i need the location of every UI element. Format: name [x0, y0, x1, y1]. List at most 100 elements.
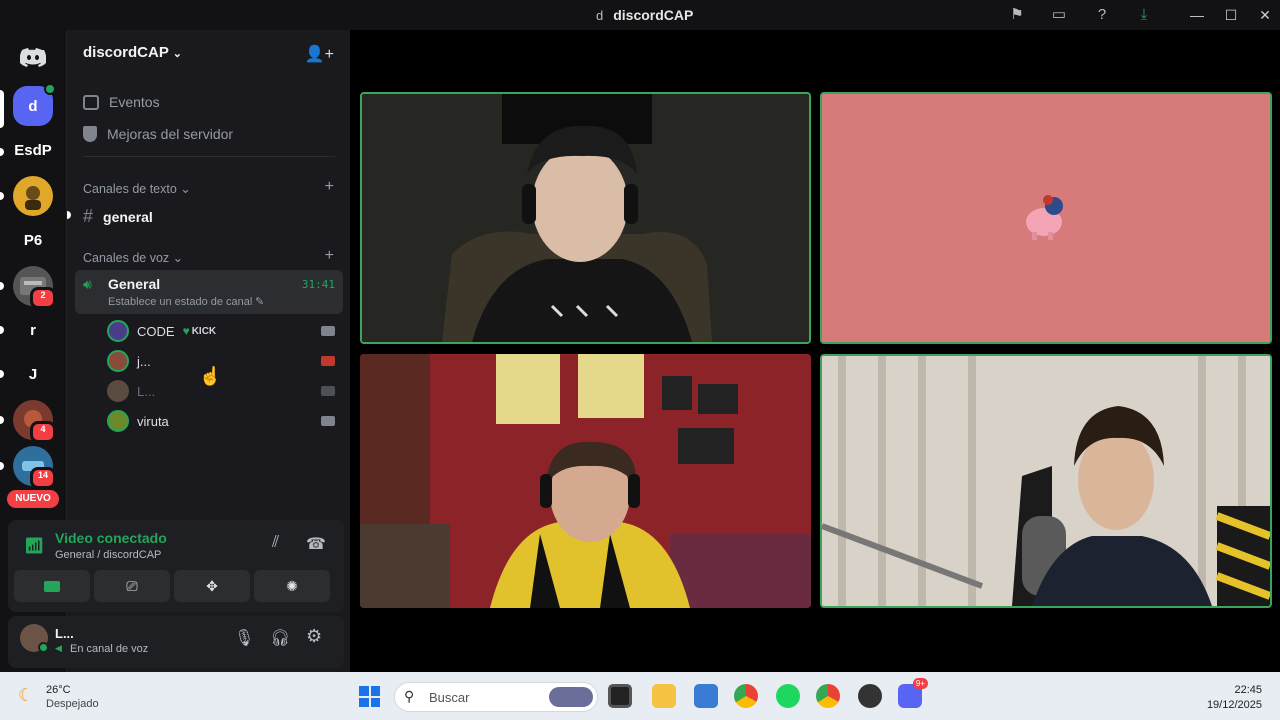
close-button[interactable]: ✕ [1255, 5, 1275, 25]
video-tile[interactable] [360, 92, 811, 344]
user-panel: L... ◀ En canal de voz 🎙︎ 🎧︎ ⚙ [8, 616, 344, 668]
server-badge: 14 [30, 467, 56, 489]
webcam-feed-image [822, 356, 1270, 606]
camera-icon [44, 580, 60, 592]
app-icon[interactable] [858, 684, 882, 708]
server-status-dot [44, 83, 56, 95]
chevron-down-icon: ⌄ [172, 48, 182, 60]
search-icon: ⚲ [404, 688, 415, 704]
avatar [107, 350, 129, 372]
voice-channel-general[interactable]: 🔊︎ General 31:41 Establece un estado de … [75, 270, 343, 314]
user-name[interactable]: L... [55, 626, 74, 641]
file-explorer-icon[interactable] [652, 684, 676, 708]
server-unread-pill [0, 192, 4, 200]
server-name-header[interactable]: discordCAP ⌄ [83, 44, 182, 61]
chrome-icon[interactable] [734, 684, 758, 708]
speaker-icon: 🔊︎ [83, 276, 92, 292]
server-avatar-red[interactable]: 4 [13, 400, 56, 443]
server-label: r [30, 321, 36, 339]
title-bar: d discordCAP ⚑ ▭ ? ⤓ — ☐ ✕ [0, 0, 1280, 30]
window-title: d discordCAP [596, 7, 693, 23]
headphones-icon[interactable]: 🎧︎ [270, 628, 290, 648]
voice-status-text[interactable]: Establece un estado de canal [108, 296, 252, 308]
task-view-icon[interactable] [608, 684, 632, 708]
minimize-button[interactable]: — [1187, 5, 1207, 25]
chrome-profile-icon[interactable] [816, 684, 840, 708]
noise-suppression-icon[interactable]: ⫽ [272, 534, 279, 552]
boosts-item[interactable]: Mejoras del servidor [83, 126, 233, 142]
maximize-button[interactable]: ☐ [1221, 5, 1241, 25]
discord-taskbar-icon[interactable]: 9+ [898, 678, 928, 708]
camera-off-icon [321, 356, 335, 366]
server-avatar-gray[interactable]: 2 [13, 266, 56, 309]
soundboard-button[interactable]: ✺ [254, 570, 330, 602]
voice-user[interactable]: CODE ♥ KICK [107, 319, 335, 343]
windows-taskbar: ☾ 26°C Despejado ⚲ Buscar 9+ 22:45 19/12… [0, 672, 1280, 720]
video-tile[interactable] [820, 92, 1272, 344]
screen-share-button[interactable]: ⎚ [94, 570, 170, 602]
video-tile[interactable] [820, 354, 1272, 608]
voice-category[interactable]: Canales de voz ⌄ [83, 250, 183, 265]
server-p6[interactable]: P6 [13, 220, 53, 260]
flag-icon[interactable]: ⚑ [1008, 6, 1026, 24]
server-unread-pill [0, 326, 4, 334]
video-connected-box: 📶︎ Video conectado General / discordCAP … [8, 520, 344, 612]
help-icon[interactable]: ? [1093, 6, 1111, 24]
download-icon[interactable]: ⤓ [1135, 6, 1153, 24]
add-user-icon[interactable]: 👤+ [305, 44, 334, 64]
temperature[interactable]: 26°C [46, 684, 71, 696]
discord-home-icon[interactable] [13, 38, 53, 78]
voice-user[interactable]: viruta [107, 409, 335, 433]
events-item[interactable]: Eventos [83, 94, 160, 110]
server-r[interactable]: r [13, 310, 53, 350]
server-esdp[interactable]: EsdP [13, 130, 53, 170]
activities-button[interactable]: ✥ [174, 570, 250, 602]
server-unread-pill [0, 148, 4, 156]
server-j[interactable]: J [13, 354, 53, 394]
notification-badge: 9+ [912, 678, 928, 689]
user-status: En canal de voz [70, 643, 149, 655]
chevron-down-icon: ⌄ [172, 251, 184, 265]
server-unread-pill [0, 416, 4, 424]
video-tile[interactable] [360, 354, 811, 608]
voice-status[interactable]: Video conectado [55, 530, 167, 546]
server-avatar-yellow[interactable] [13, 176, 53, 216]
clock-date[interactable]: 19/12/2025 [1207, 699, 1262, 711]
server-badge: 4 [30, 421, 56, 443]
webcam-feed-image [360, 354, 811, 608]
title-server-initial: d [596, 8, 604, 23]
screen-icon[interactable]: ▭ [1050, 6, 1068, 24]
server-badge: 2 [30, 287, 56, 309]
server-discordcap[interactable]: d [13, 83, 56, 126]
clock-time[interactable]: 22:45 [1234, 684, 1262, 696]
voice-user-name: j... [137, 353, 151, 369]
add-voice-channel-icon[interactable]: + [325, 247, 334, 265]
pencil-icon[interactable]: ✎ [255, 295, 264, 308]
camera-icon [321, 326, 335, 336]
search-box[interactable]: ⚲ Buscar [394, 682, 598, 712]
gear-icon[interactable]: ⚙ [306, 626, 322, 647]
start-button[interactable] [359, 686, 380, 707]
camera-button[interactable] [14, 570, 90, 602]
outlook-icon[interactable] [694, 684, 718, 708]
weather-icon[interactable]: ☾ [18, 685, 34, 706]
server-label: P6 [23, 231, 43, 249]
server-unread-pill [0, 370, 4, 378]
voice-category-label: Canales de voz [83, 251, 170, 265]
add-text-channel-icon[interactable]: + [325, 178, 334, 196]
avatar [107, 410, 129, 432]
weather-text[interactable]: Despejado [46, 698, 99, 710]
new-badge[interactable]: NUEVO [7, 490, 59, 508]
heart-icon: ♥ [182, 324, 190, 338]
channel-general-text[interactable]: # general [83, 206, 153, 227]
microphone-icon[interactable]: 🎙︎ [234, 628, 254, 648]
calendar-icon [83, 94, 99, 110]
server-avatar-blue[interactable]: 14 [13, 446, 56, 489]
video-stage [350, 30, 1280, 672]
avatar [107, 320, 129, 342]
text-category[interactable]: Canales de texto ⌄ [83, 181, 191, 196]
spotify-icon[interactable] [776, 684, 800, 708]
disconnect-icon[interactable]: ☎ [306, 534, 326, 554]
voice-channel-path[interactable]: General / discordCAP [55, 549, 161, 561]
server-active-pill [0, 90, 4, 128]
